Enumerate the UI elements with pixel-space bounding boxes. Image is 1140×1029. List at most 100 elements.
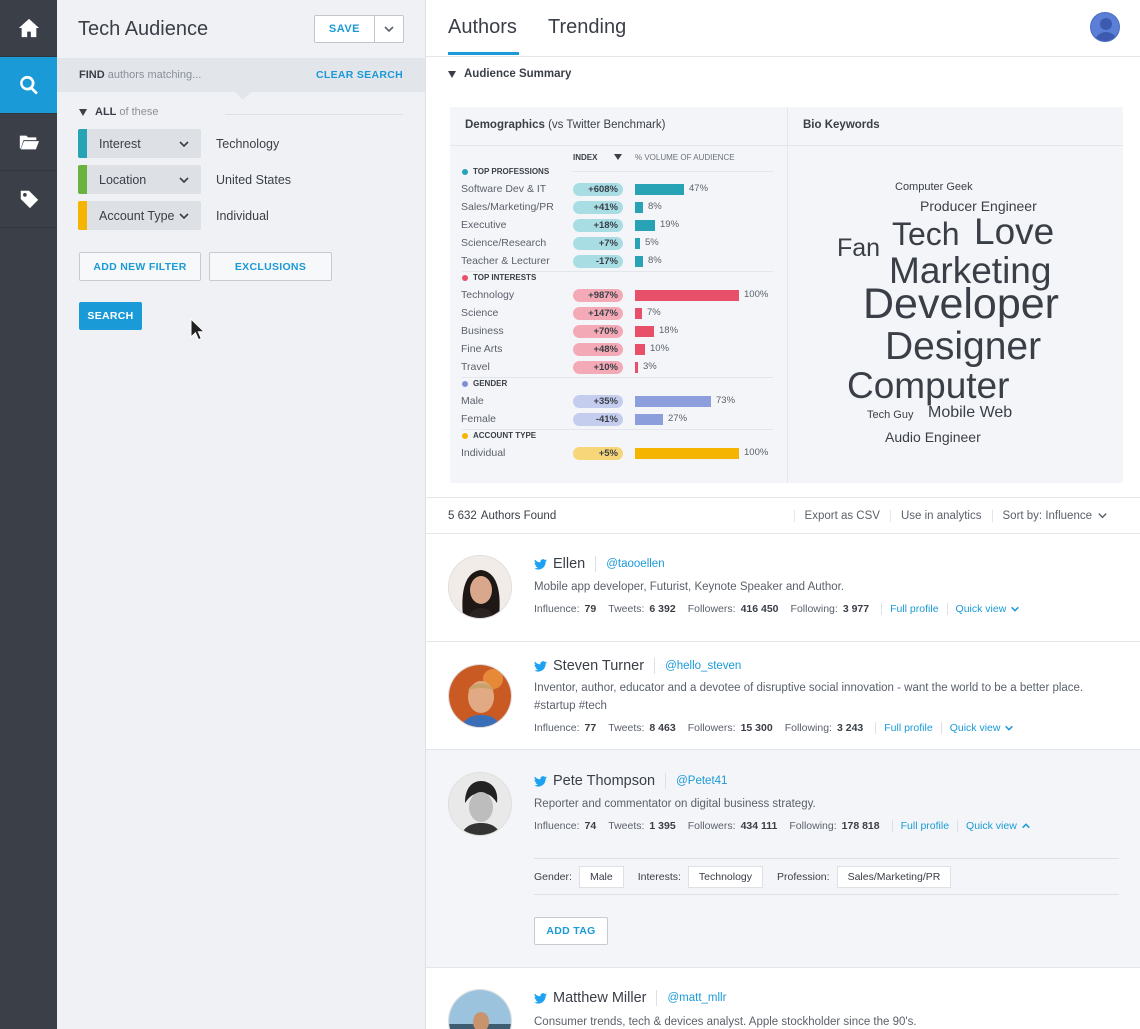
filter-row-account-type: Account Type Individual (78, 201, 269, 230)
bio-keyword[interactable]: Fan (837, 236, 880, 261)
demographic-row: Male +35% 73% (461, 395, 781, 409)
results-toolbar: 5 632 Authors Found Export as CSV Use in … (426, 497, 1140, 534)
bio-keyword[interactable]: Love (974, 213, 1054, 250)
bio-keyword[interactable]: Computer (847, 367, 1009, 404)
all-of-these-toggle[interactable]: ALL of these (79, 106, 159, 118)
filter-value-interest[interactable]: Technology (216, 137, 279, 151)
bio-keyword[interactable]: Audio Engineer (885, 430, 981, 444)
author-name[interactable]: Ellen (553, 556, 597, 572)
bio-keywords-panel: Bio Keywords Computer Geek Producer Engin… (788, 107, 1123, 483)
volume-bar (635, 396, 711, 407)
chevron-down-icon (384, 26, 394, 33)
filter-select-location[interactable]: Location (78, 165, 201, 194)
bio-keyword[interactable]: Tech Guy (867, 410, 913, 421)
full-profile-link[interactable]: Full profile (882, 603, 946, 615)
author-avatar[interactable] (448, 555, 512, 619)
mouse-cursor-icon (190, 318, 204, 341)
demographic-row: Teacher & Lecturer -17% 8% (461, 255, 781, 269)
export-csv-link[interactable]: Export as CSV (793, 509, 890, 522)
rail-tag[interactable] (0, 171, 57, 228)
author-avatar[interactable] (448, 664, 512, 728)
divider (534, 894, 1119, 895)
gender-tag: Male (578, 866, 624, 888)
bio-keyword[interactable]: Tech (892, 218, 960, 250)
author-card-expanded: Pete Thompson @Petet41 Reporter and comm… (426, 750, 1140, 968)
tag-icon (20, 190, 38, 209)
audience-summary-toggle[interactable]: Audience Summary (448, 68, 571, 80)
add-tag-button[interactable]: ADD TAG (534, 917, 608, 945)
author-name-row: Matthew Miller @matt_mllr (534, 990, 726, 1006)
demographic-row: Science/Research +7% 5% (461, 237, 781, 251)
icon-rail (0, 0, 57, 1029)
demographic-name: Business (461, 325, 504, 337)
bio-keyword[interactable]: Computer Geek (895, 182, 973, 193)
section-label: TOP PROFESSIONS (462, 167, 549, 176)
bio-keyword[interactable]: Developer (863, 283, 1059, 326)
search-button[interactable]: SEARCH (79, 302, 142, 330)
quick-view-toggle[interactable]: Quick view (958, 820, 1039, 832)
filter-select-account-type[interactable]: Account Type (78, 201, 201, 230)
author-handle[interactable]: @matt_mllr (657, 992, 726, 1004)
clear-search-link[interactable]: CLEAR SEARCH (316, 69, 403, 81)
author-name-row: Steven Turner @hello_steven (534, 658, 741, 674)
demographic-name: Executive (461, 219, 507, 231)
index-pill: +608% (573, 183, 623, 196)
rail-home[interactable] (0, 0, 57, 57)
use-in-analytics-link[interactable]: Use in analytics (889, 509, 992, 522)
volume-column-header: % VOLUME OF AUDIENCE (635, 153, 735, 162)
volume-percent: 47% (689, 183, 709, 194)
index-pill: +147% (573, 307, 623, 320)
divider (573, 171, 773, 172)
sort-desc-icon (614, 154, 622, 160)
tab-bar: Authors Trending (426, 0, 1140, 57)
user-avatar[interactable] (1090, 12, 1120, 42)
exclusions-button[interactable]: EXCLUSIONS (209, 252, 332, 281)
full-profile-link[interactable]: Full profile (876, 722, 940, 734)
rail-search[interactable] (0, 57, 57, 114)
author-name-row: Ellen @taooellen (534, 556, 665, 572)
demographic-row: Sales/Marketing/PR +41% 8% (461, 201, 781, 215)
author-handle[interactable]: @taooellen (596, 558, 664, 570)
save-button[interactable]: SAVE (315, 16, 375, 42)
save-options-button[interactable] (375, 16, 403, 42)
section-dot-icon (462, 274, 468, 281)
rail-folder[interactable] (0, 114, 57, 171)
demographic-row: Fine Arts +48% 10% (461, 343, 781, 357)
profession-tag: Sales/Marketing/PR (836, 866, 952, 888)
full-profile-link[interactable]: Full profile (893, 820, 957, 832)
author-name[interactable]: Pete Thompson (553, 773, 667, 789)
index-column-header[interactable]: INDEX (573, 153, 597, 162)
filter-value-location[interactable]: United States (216, 173, 291, 187)
chevron-down-icon (1011, 607, 1020, 612)
author-avatar[interactable] (448, 772, 512, 836)
demographic-name: Female (461, 413, 497, 425)
volume-percent: 10% (650, 343, 670, 354)
author-name[interactable]: Steven Turner (553, 658, 656, 674)
bio-keyword[interactable]: Designer (885, 327, 1041, 366)
twitter-icon (534, 660, 547, 672)
volume-percent: 100% (744, 289, 769, 300)
author-name[interactable]: Matthew Miller (553, 990, 658, 1006)
quick-view-toggle[interactable]: Quick view (942, 722, 1023, 734)
author-handle[interactable]: @hello_steven (655, 660, 741, 672)
filter-value-account-type[interactable]: Individual (216, 209, 269, 223)
filter-select-interest[interactable]: Interest (78, 129, 201, 158)
volume-percent: 18% (659, 325, 679, 336)
audience-summary: Demographics (vs Twitter Benchmark) INDE… (450, 107, 1123, 483)
author-avatar[interactable] (448, 989, 512, 1029)
volume-percent: 5% (645, 237, 659, 248)
volume-bar (635, 308, 642, 319)
author-stats: Influence: 74 Tweets: 1 395 Followers: 434 … (534, 820, 1039, 832)
tab-authors[interactable]: Authors (448, 16, 517, 39)
add-new-filter-button[interactable]: ADD NEW FILTER (79, 252, 201, 281)
bio-keyword[interactable]: Mobile Web (928, 405, 1012, 421)
tab-trending[interactable]: Trending (548, 16, 626, 39)
keyword-cloud: Computer Geek Producer Engineer Fan Tech Lov… (788, 145, 1123, 483)
index-pill: +5% (573, 447, 623, 460)
author-card: Matthew Miller @matt_mllr Consumer trend… (426, 968, 1140, 1029)
author-handle[interactable]: @Petet41 (666, 775, 727, 787)
quick-view-toggle[interactable]: Quick view (948, 603, 1029, 615)
demographic-name: Travel (461, 361, 490, 373)
sort-dropdown[interactable]: Sort by: Influence (991, 509, 1119, 522)
section-dot-icon (462, 432, 468, 439)
